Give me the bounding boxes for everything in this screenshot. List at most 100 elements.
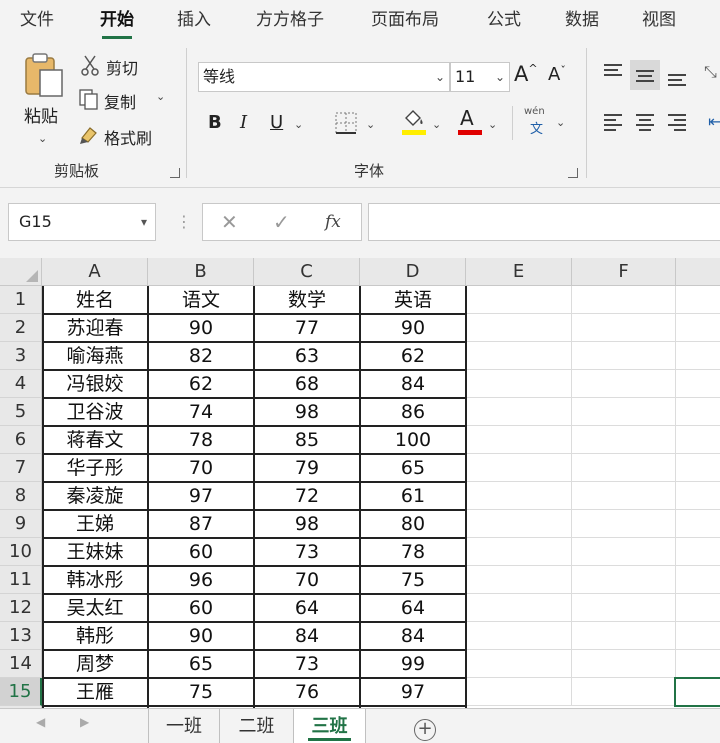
align-right-button[interactable] [662, 108, 692, 138]
cell-name[interactable]: 卫谷波 [42, 398, 148, 426]
menu-tab-view[interactable]: 视图 [642, 6, 676, 34]
borders-button[interactable]: ⌄ [332, 110, 380, 136]
cell-name[interactable]: 韩彤 [42, 622, 148, 650]
cell-name[interactable]: 华子彤 [42, 454, 148, 482]
menu-tab-formulas[interactable]: 公式 [487, 6, 521, 34]
cell-score[interactable]: 73 [254, 538, 360, 566]
grow-font-button[interactable]: A^ [514, 62, 538, 86]
indent-icon[interactable]: ⇤ [708, 112, 720, 131]
row-header[interactable]: 3 [0, 342, 42, 370]
align-bottom-button[interactable] [662, 62, 692, 92]
row-header[interactable]: 14 [0, 650, 42, 678]
cell-name[interactable]: 苏迎春 [42, 314, 148, 342]
name-box[interactable]: G15 ▾ [8, 203, 156, 241]
cell-score[interactable]: 90 [360, 314, 466, 342]
cell-score[interactable]: 70 [254, 566, 360, 594]
add-sheet-icon[interactable]: + [414, 719, 436, 741]
font-color-button[interactable]: A ⌄ [456, 106, 502, 138]
cell-score[interactable]: 75 [148, 678, 254, 706]
cancel-icon[interactable]: ✕ [221, 204, 238, 240]
formula-input[interactable] [368, 203, 720, 241]
cell-score[interactable]: 90 [148, 622, 254, 650]
cell-score[interactable]: 语文 [148, 286, 254, 314]
paste-button[interactable]: 粘贴 ⌄ [18, 50, 68, 150]
cell-score[interactable]: 97 [148, 482, 254, 510]
cell-score[interactable]: 84 [254, 622, 360, 650]
row-header[interactable]: 15 [0, 678, 42, 706]
formula-bar-grip-icon[interactable]: ⋮ [176, 212, 192, 231]
column-header[interactable]: F [572, 258, 676, 286]
cell-score[interactable]: 98 [254, 510, 360, 538]
cell-score[interactable]: 73 [254, 650, 360, 678]
orientation-icon[interactable]: ⤡ [704, 62, 717, 82]
cell-score[interactable]: 99 [360, 650, 466, 678]
cell-score[interactable]: 96 [148, 566, 254, 594]
cell-score[interactable]: 86 [360, 398, 466, 426]
select-all-corner[interactable] [0, 258, 42, 286]
italic-button[interactable]: I [240, 112, 247, 133]
bold-button[interactable]: B [208, 112, 222, 133]
cell-score[interactable]: 87 [148, 510, 254, 538]
cell-score[interactable]: 60 [148, 594, 254, 622]
clipboard-launcher-icon[interactable] [170, 168, 180, 178]
cell-name[interactable]: 王妹妹 [42, 538, 148, 566]
sheet-tab-class2[interactable]: 二班 [220, 709, 294, 743]
column-header[interactable] [676, 258, 720, 286]
cell-score[interactable]: 68 [254, 370, 360, 398]
insert-function-icon[interactable]: fx [325, 204, 341, 240]
cell-score[interactable]: 65 [148, 650, 254, 678]
cell-name[interactable]: 吴太红 [42, 594, 148, 622]
row-header[interactable]: 10 [0, 538, 42, 566]
align-left-button[interactable] [598, 108, 628, 138]
cell-score[interactable]: 64 [360, 594, 466, 622]
row-header[interactable]: 5 [0, 398, 42, 426]
cell-name[interactable]: 姓名 [42, 286, 148, 314]
cell-score[interactable]: 62 [360, 342, 466, 370]
cut-button[interactable]: 剪切 [78, 52, 148, 78]
cell-score[interactable]: 78 [148, 426, 254, 454]
cell-score[interactable]: 75 [360, 566, 466, 594]
cell-score[interactable]: 100 [360, 426, 466, 454]
column-header[interactable]: E [466, 258, 572, 286]
cell-score[interactable]: 84 [360, 622, 466, 650]
menu-tab-home[interactable]: 开始 [100, 6, 134, 39]
cell-score[interactable]: 85 [254, 426, 360, 454]
row-header[interactable]: 4 [0, 370, 42, 398]
cell-score[interactable]: 84 [360, 370, 466, 398]
cell-score[interactable]: 英语 [360, 286, 466, 314]
row-header[interactable]: 2 [0, 314, 42, 342]
cell-name[interactable]: 冯银姣 [42, 370, 148, 398]
cell-score[interactable]: 62 [148, 370, 254, 398]
row-header[interactable]: 8 [0, 482, 42, 510]
row-header[interactable]: 1 [0, 286, 42, 314]
cell-score[interactable]: 90 [148, 314, 254, 342]
cell-score[interactable]: 65 [360, 454, 466, 482]
row-header[interactable]: 6 [0, 426, 42, 454]
enter-icon[interactable]: ✓ [273, 204, 290, 240]
menu-tab-file[interactable]: 文件 [20, 6, 54, 34]
cell-score[interactable]: 80 [360, 510, 466, 538]
cell-score[interactable]: 70 [148, 454, 254, 482]
paste-dropdown-icon[interactable]: ⌄ [38, 132, 47, 145]
font-launcher-icon[interactable] [568, 168, 578, 178]
font-name-combo[interactable]: 等线 ⌄ [198, 62, 450, 92]
font-size-combo[interactable]: 11 ⌄ [450, 62, 510, 92]
cell-score[interactable]: 82 [148, 342, 254, 370]
cell-score[interactable]: 72 [254, 482, 360, 510]
cell-name[interactable]: 喻海燕 [42, 342, 148, 370]
row-header[interactable]: 13 [0, 622, 42, 650]
cell-name[interactable]: 周梦 [42, 650, 148, 678]
format-painter-button[interactable]: 格式刷 [78, 122, 168, 148]
menu-tab-insert[interactable]: 插入 [177, 6, 211, 34]
cell-score[interactable]: 63 [254, 342, 360, 370]
column-header[interactable]: B [148, 258, 254, 286]
cell-name[interactable]: 蒋春文 [42, 426, 148, 454]
sheet-prev-icon[interactable]: ◀ [36, 715, 45, 729]
cell-score[interactable]: 60 [148, 538, 254, 566]
copy-dropdown-icon[interactable]: ⌄ [156, 90, 165, 103]
cell-score[interactable]: 98 [254, 398, 360, 426]
fill-color-button[interactable]: ⌄ [400, 108, 446, 138]
menu-tab-page-layout[interactable]: 页面布局 [371, 6, 439, 34]
menu-tab-data[interactable]: 数据 [565, 6, 599, 34]
cell-score[interactable]: 数学 [254, 286, 360, 314]
